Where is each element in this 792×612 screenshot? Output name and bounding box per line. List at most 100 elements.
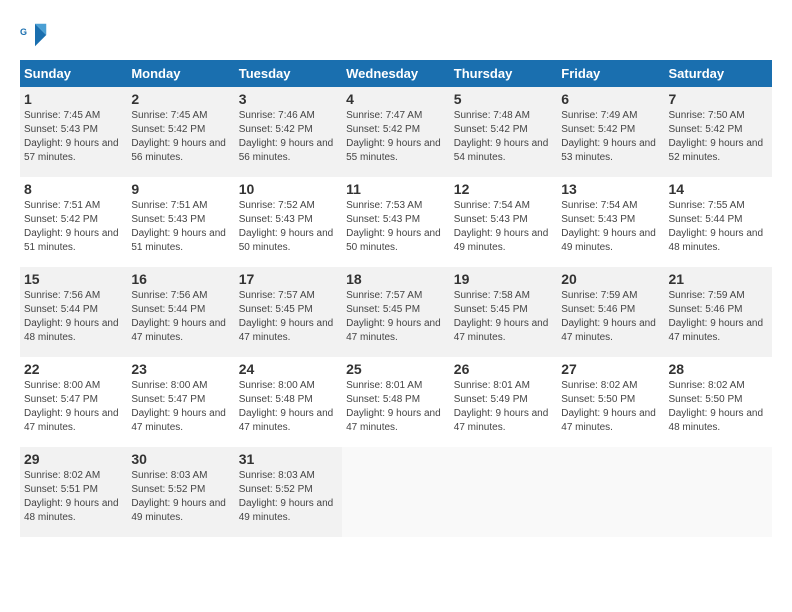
day-number: 8 <box>24 181 123 197</box>
day-number: 19 <box>454 271 553 287</box>
calendar-cell: 18 Sunrise: 7:57 AM Sunset: 5:45 PM Dayl… <box>342 267 450 357</box>
calendar-cell <box>557 447 664 537</box>
day-number: 4 <box>346 91 446 107</box>
calendar-week-4: 22 Sunrise: 8:00 AM Sunset: 5:47 PM Dayl… <box>20 357 772 447</box>
day-info: Sunrise: 7:57 AM Sunset: 5:45 PM Dayligh… <box>346 289 446 345</box>
day-info: Sunrise: 7:48 AM Sunset: 5:42 PM Dayligh… <box>454 109 553 165</box>
day-number: 11 <box>346 181 446 197</box>
day-info: Sunrise: 7:51 AM Sunset: 5:42 PM Dayligh… <box>24 199 123 255</box>
day-info: Sunrise: 8:03 AM Sunset: 5:52 PM Dayligh… <box>239 469 338 525</box>
day-number: 28 <box>669 361 768 377</box>
day-number: 12 <box>454 181 553 197</box>
day-info: Sunrise: 7:55 AM Sunset: 5:44 PM Dayligh… <box>669 199 768 255</box>
day-info: Sunrise: 8:00 AM Sunset: 5:48 PM Dayligh… <box>239 379 338 435</box>
day-info: Sunrise: 7:59 AM Sunset: 5:46 PM Dayligh… <box>669 289 768 345</box>
header-tuesday: Tuesday <box>235 60 342 87</box>
day-info: Sunrise: 7:45 AM Sunset: 5:43 PM Dayligh… <box>24 109 123 165</box>
logo: G <box>20 20 54 50</box>
calendar-week-1: 1 Sunrise: 7:45 AM Sunset: 5:43 PM Dayli… <box>20 87 772 177</box>
day-number: 18 <box>346 271 446 287</box>
calendar-cell: 5 Sunrise: 7:48 AM Sunset: 5:42 PM Dayli… <box>450 87 557 177</box>
day-number: 24 <box>239 361 338 377</box>
day-info: Sunrise: 7:56 AM Sunset: 5:44 PM Dayligh… <box>24 289 123 345</box>
day-number: 2 <box>131 91 230 107</box>
day-info: Sunrise: 7:45 AM Sunset: 5:42 PM Dayligh… <box>131 109 230 165</box>
calendar-table: SundayMondayTuesdayWednesdayThursdayFrid… <box>20 60 772 537</box>
day-number: 3 <box>239 91 338 107</box>
day-info: Sunrise: 7:58 AM Sunset: 5:45 PM Dayligh… <box>454 289 553 345</box>
calendar-cell <box>450 447 557 537</box>
calendar-cell: 19 Sunrise: 7:58 AM Sunset: 5:45 PM Dayl… <box>450 267 557 357</box>
day-number: 10 <box>239 181 338 197</box>
calendar-cell <box>665 447 772 537</box>
day-info: Sunrise: 8:01 AM Sunset: 5:48 PM Dayligh… <box>346 379 446 435</box>
calendar-cell: 23 Sunrise: 8:00 AM Sunset: 5:47 PM Dayl… <box>127 357 234 447</box>
calendar-cell: 9 Sunrise: 7:51 AM Sunset: 5:43 PM Dayli… <box>127 177 234 267</box>
day-info: Sunrise: 7:52 AM Sunset: 5:43 PM Dayligh… <box>239 199 338 255</box>
header-saturday: Saturday <box>665 60 772 87</box>
day-number: 1 <box>24 91 123 107</box>
calendar-cell: 20 Sunrise: 7:59 AM Sunset: 5:46 PM Dayl… <box>557 267 664 357</box>
header-thursday: Thursday <box>450 60 557 87</box>
day-info: Sunrise: 8:01 AM Sunset: 5:49 PM Dayligh… <box>454 379 553 435</box>
calendar-cell: 25 Sunrise: 8:01 AM Sunset: 5:48 PM Dayl… <box>342 357 450 447</box>
day-number: 20 <box>561 271 660 287</box>
svg-text:G: G <box>20 27 27 37</box>
day-number: 25 <box>346 361 446 377</box>
day-info: Sunrise: 7:46 AM Sunset: 5:42 PM Dayligh… <box>239 109 338 165</box>
calendar-cell: 17 Sunrise: 7:57 AM Sunset: 5:45 PM Dayl… <box>235 267 342 357</box>
day-number: 23 <box>131 361 230 377</box>
calendar-cell: 14 Sunrise: 7:55 AM Sunset: 5:44 PM Dayl… <box>665 177 772 267</box>
calendar-week-3: 15 Sunrise: 7:56 AM Sunset: 5:44 PM Dayl… <box>20 267 772 357</box>
calendar-cell: 3 Sunrise: 7:46 AM Sunset: 5:42 PM Dayli… <box>235 87 342 177</box>
calendar-cell: 10 Sunrise: 7:52 AM Sunset: 5:43 PM Dayl… <box>235 177 342 267</box>
day-info: Sunrise: 7:49 AM Sunset: 5:42 PM Dayligh… <box>561 109 660 165</box>
day-info: Sunrise: 7:53 AM Sunset: 5:43 PM Dayligh… <box>346 199 446 255</box>
day-number: 22 <box>24 361 123 377</box>
day-info: Sunrise: 7:59 AM Sunset: 5:46 PM Dayligh… <box>561 289 660 345</box>
header-monday: Monday <box>127 60 234 87</box>
day-number: 6 <box>561 91 660 107</box>
calendar-cell: 27 Sunrise: 8:02 AM Sunset: 5:50 PM Dayl… <box>557 357 664 447</box>
day-info: Sunrise: 8:00 AM Sunset: 5:47 PM Dayligh… <box>131 379 230 435</box>
calendar-cell: 6 Sunrise: 7:49 AM Sunset: 5:42 PM Dayli… <box>557 87 664 177</box>
day-number: 29 <box>24 451 123 467</box>
day-number: 17 <box>239 271 338 287</box>
day-number: 9 <box>131 181 230 197</box>
header-sunday: Sunday <box>20 60 127 87</box>
day-info: Sunrise: 8:00 AM Sunset: 5:47 PM Dayligh… <box>24 379 123 435</box>
calendar-cell: 11 Sunrise: 7:53 AM Sunset: 5:43 PM Dayl… <box>342 177 450 267</box>
day-number: 31 <box>239 451 338 467</box>
calendar-cell: 30 Sunrise: 8:03 AM Sunset: 5:52 PM Dayl… <box>127 447 234 537</box>
day-number: 14 <box>669 181 768 197</box>
calendar-cell: 13 Sunrise: 7:54 AM Sunset: 5:43 PM Dayl… <box>557 177 664 267</box>
calendar-cell: 2 Sunrise: 7:45 AM Sunset: 5:42 PM Dayli… <box>127 87 234 177</box>
day-info: Sunrise: 8:02 AM Sunset: 5:50 PM Dayligh… <box>669 379 768 435</box>
calendar-cell: 16 Sunrise: 7:56 AM Sunset: 5:44 PM Dayl… <box>127 267 234 357</box>
day-info: Sunrise: 8:03 AM Sunset: 5:52 PM Dayligh… <box>131 469 230 525</box>
calendar-cell: 4 Sunrise: 7:47 AM Sunset: 5:42 PM Dayli… <box>342 87 450 177</box>
day-info: Sunrise: 8:02 AM Sunset: 5:50 PM Dayligh… <box>561 379 660 435</box>
calendar-cell: 12 Sunrise: 7:54 AM Sunset: 5:43 PM Dayl… <box>450 177 557 267</box>
day-number: 21 <box>669 271 768 287</box>
calendar-week-2: 8 Sunrise: 7:51 AM Sunset: 5:42 PM Dayli… <box>20 177 772 267</box>
day-info: Sunrise: 8:02 AM Sunset: 5:51 PM Dayligh… <box>24 469 123 525</box>
day-number: 13 <box>561 181 660 197</box>
calendar-cell: 28 Sunrise: 8:02 AM Sunset: 5:50 PM Dayl… <box>665 357 772 447</box>
day-number: 7 <box>669 91 768 107</box>
header-friday: Friday <box>557 60 664 87</box>
calendar-cell: 8 Sunrise: 7:51 AM Sunset: 5:42 PM Dayli… <box>20 177 127 267</box>
calendar-cell: 24 Sunrise: 8:00 AM Sunset: 5:48 PM Dayl… <box>235 357 342 447</box>
calendar-cell <box>342 447 450 537</box>
logo-icon: G <box>20 20 50 50</box>
calendar-cell: 26 Sunrise: 8:01 AM Sunset: 5:49 PM Dayl… <box>450 357 557 447</box>
calendar-week-5: 29 Sunrise: 8:02 AM Sunset: 5:51 PM Dayl… <box>20 447 772 537</box>
day-info: Sunrise: 7:50 AM Sunset: 5:42 PM Dayligh… <box>669 109 768 165</box>
header-wednesday: Wednesday <box>342 60 450 87</box>
day-info: Sunrise: 7:56 AM Sunset: 5:44 PM Dayligh… <box>131 289 230 345</box>
calendar-cell: 21 Sunrise: 7:59 AM Sunset: 5:46 PM Dayl… <box>665 267 772 357</box>
day-info: Sunrise: 7:57 AM Sunset: 5:45 PM Dayligh… <box>239 289 338 345</box>
calendar-cell: 31 Sunrise: 8:03 AM Sunset: 5:52 PM Dayl… <box>235 447 342 537</box>
day-info: Sunrise: 7:51 AM Sunset: 5:43 PM Dayligh… <box>131 199 230 255</box>
day-number: 26 <box>454 361 553 377</box>
